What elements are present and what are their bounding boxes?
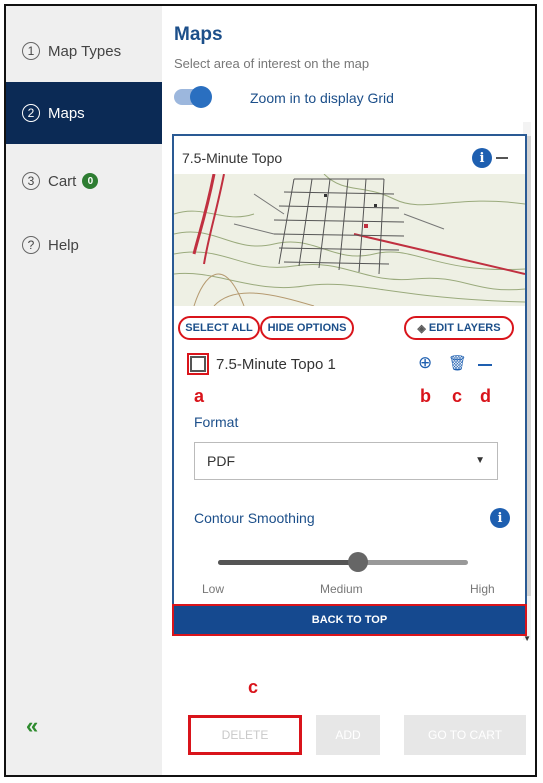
chevron-down-icon: ▼	[475, 455, 485, 466]
sidebar-item-map-types[interactable]: 1 Map Types	[6, 20, 162, 82]
step-number: 3	[22, 172, 40, 190]
trash-icon[interactable]: 🗑	[448, 354, 467, 372]
go-to-cart-button[interactable]: GO TO CART	[404, 715, 526, 755]
format-label: Format	[194, 414, 239, 430]
step-number: 2	[22, 104, 40, 122]
sidebar-item-label: Cart	[48, 172, 77, 190]
map-card: 7.5-Minute Topo i SELECT ALL HIDE OPTION…	[172, 134, 527, 636]
toggle-knob	[190, 86, 212, 108]
sidebar-item-label: Maps	[48, 104, 85, 122]
sidebar-item-label: Map Types	[48, 42, 122, 60]
zoom-grid-toggle[interactable]	[174, 86, 212, 108]
contour-slider-fill	[218, 560, 358, 565]
card-title: 7.5-Minute Topo	[182, 150, 283, 166]
contour-slider-knob[interactable]	[348, 552, 368, 572]
add-button[interactable]: ADD	[316, 715, 380, 755]
sidebar: 1 Map Types 2 Maps 3 Cart 0 ? Help «	[6, 6, 162, 775]
item-checkbox[interactable]	[187, 353, 209, 375]
app-window: 1 Map Types 2 Maps 3 Cart 0 ? Help « Map…	[4, 4, 537, 777]
topo-map-thumbnail[interactable]	[174, 174, 525, 306]
info-icon[interactable]: i	[490, 508, 510, 528]
annotation-c-footer: c	[248, 677, 259, 697]
layers-icon: ◈	[417, 322, 426, 335]
delete-button[interactable]: DELETE	[188, 715, 302, 755]
step-number: 1	[22, 42, 40, 60]
annotation-d: d	[480, 386, 491, 406]
page-subtitle: Select area of interest on the map	[174, 56, 370, 71]
annotation-b: b	[420, 386, 431, 406]
slider-tick-medium: Medium	[320, 582, 363, 596]
format-value: PDF	[207, 453, 235, 469]
select-all-button[interactable]: SELECT ALL	[178, 316, 260, 340]
slider-tick-high: High	[470, 582, 495, 596]
hide-options-button[interactable]: HIDE OPTIONS	[260, 316, 354, 340]
zoom-in-icon[interactable]: ⊕	[418, 353, 432, 373]
step-number: ?	[22, 236, 40, 254]
info-icon[interactable]: i	[472, 148, 492, 168]
sidebar-item-maps[interactable]: 2 Maps	[6, 82, 162, 144]
annotation-a: a	[194, 386, 205, 406]
minus-icon[interactable]	[496, 157, 508, 159]
format-select[interactable]: PDF ▼	[194, 442, 498, 480]
sidebar-item-cart[interactable]: 3 Cart 0	[6, 150, 162, 212]
zoom-grid-label: Zoom in to display Grid	[250, 90, 394, 106]
sidebar-item-help[interactable]: ? Help	[6, 214, 162, 276]
collapse-item-icon[interactable]	[478, 364, 492, 366]
cart-count-badge: 0	[82, 173, 99, 189]
annotation-c: c	[452, 386, 463, 406]
slider-tick-low: Low	[202, 582, 225, 596]
footer-actions: c DELETE ADD GO TO CART	[162, 677, 535, 775]
back-to-top-button[interactable]: BACK TO TOP	[172, 604, 527, 636]
edit-layers-button[interactable]: ◈ EDIT LAYERS	[404, 316, 514, 340]
edit-layers-label: EDIT LAYERS	[428, 322, 501, 334]
sidebar-item-label: Help	[48, 236, 79, 254]
contour-smoothing-label: Contour Smoothing	[194, 510, 315, 526]
main-panel: Maps Select area of interest on the map …	[162, 6, 535, 775]
double-chevron-left-icon[interactable]: «	[26, 713, 38, 739]
list-item: 7.5-Minute Topo 1 ⊕ 🗑	[184, 350, 514, 382]
item-label: 7.5-Minute Topo 1	[216, 356, 336, 373]
page-title: Maps	[174, 24, 223, 45]
